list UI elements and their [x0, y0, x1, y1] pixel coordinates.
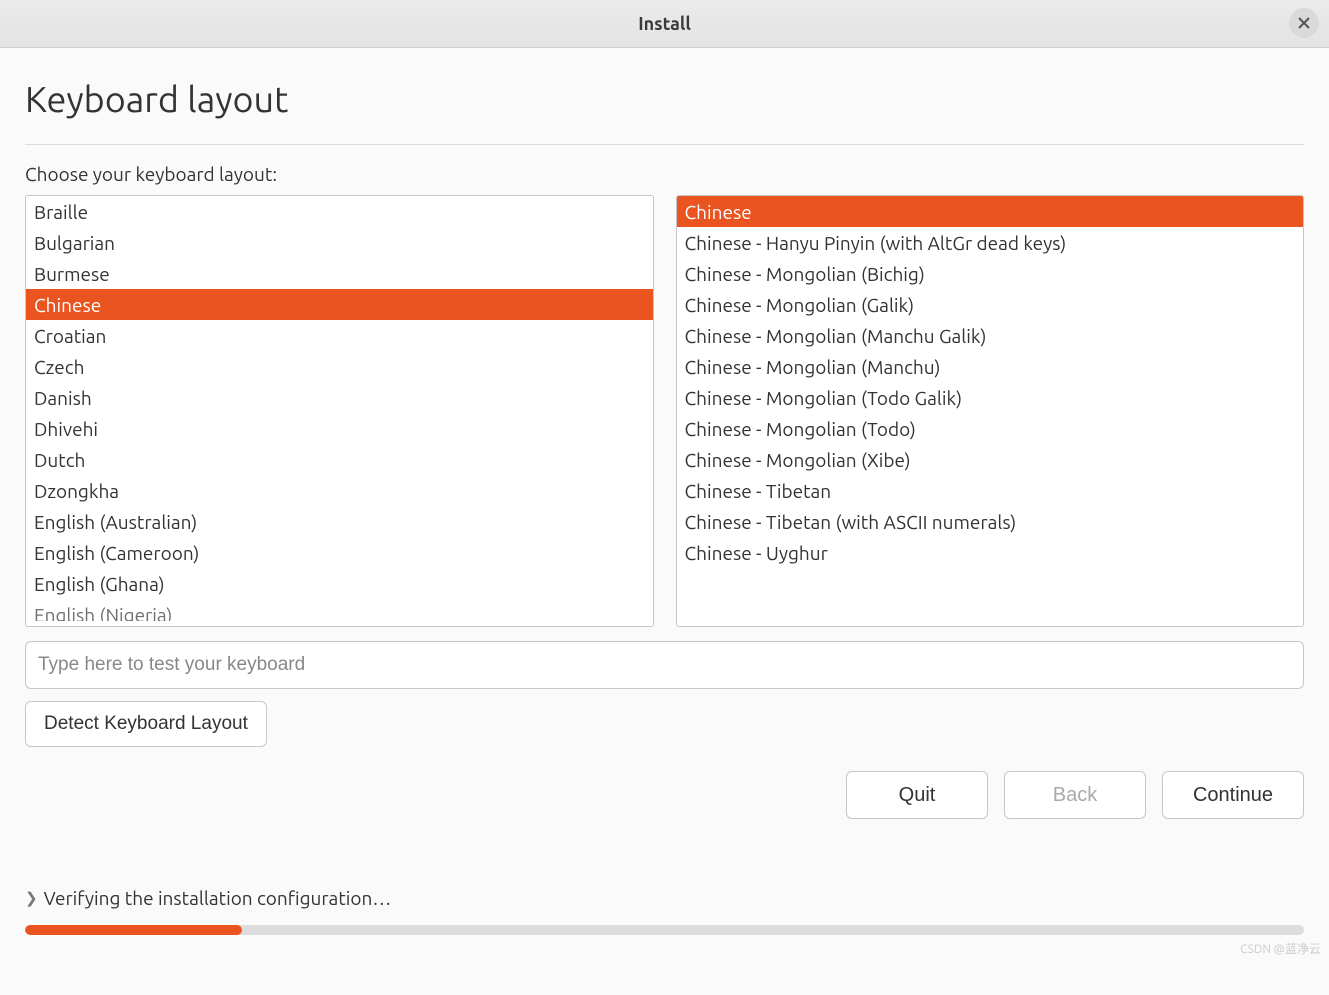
- variant-item[interactable]: Chinese - Mongolian (Xibe): [677, 444, 1304, 475]
- titlebar: Install: [0, 0, 1329, 48]
- layout-lists: BrailleBulgarianBurmeseChineseCroatianCz…: [25, 195, 1304, 627]
- watermark: CSDN @蓝净云: [1240, 940, 1321, 957]
- prompt-label: Choose your keyboard layout:: [25, 163, 1304, 185]
- window-title: Install: [638, 14, 691, 34]
- variant-item[interactable]: Chinese - Mongolian (Manchu Galik): [677, 320, 1304, 351]
- variant-item[interactable]: Chinese - Hanyu Pinyin (with AltGr dead …: [677, 227, 1304, 258]
- variant-item[interactable]: Chinese - Tibetan (with ASCII numerals): [677, 506, 1304, 537]
- layout-item[interactable]: Czech: [26, 351, 653, 382]
- layout-item[interactable]: English (Ghana): [26, 568, 653, 599]
- variant-item[interactable]: Chinese - Mongolian (Galik): [677, 289, 1304, 320]
- continue-button[interactable]: Continue: [1162, 771, 1304, 819]
- variant-listbox[interactable]: ChineseChinese - Hanyu Pinyin (with AltG…: [676, 195, 1305, 627]
- status-text: Verifying the installation configuration…: [44, 887, 392, 909]
- quit-button[interactable]: Quit: [846, 771, 988, 819]
- chevron-right-icon: ❯: [25, 889, 38, 907]
- detect-keyboard-button[interactable]: Detect Keyboard Layout: [25, 701, 267, 747]
- keyboard-test-input[interactable]: [25, 641, 1304, 689]
- page-title: Keyboard layout: [25, 78, 1304, 119]
- layout-item[interactable]: Dzongkha: [26, 475, 653, 506]
- layout-item[interactable]: Chinese: [26, 289, 653, 320]
- layout-item[interactable]: English (Cameroon): [26, 537, 653, 568]
- layout-item[interactable]: Dhivehi: [26, 413, 653, 444]
- layout-item[interactable]: Croatian: [26, 320, 653, 351]
- variant-item[interactable]: Chinese - Mongolian (Todo Galik): [677, 382, 1304, 413]
- layout-item[interactable]: Bulgarian: [26, 227, 653, 258]
- layout-item[interactable]: Burmese: [26, 258, 653, 289]
- progress-fill: [25, 925, 242, 935]
- content-area: Keyboard layout Choose your keyboard lay…: [0, 48, 1329, 829]
- variant-item[interactable]: Chinese - Mongolian (Manchu): [677, 351, 1304, 382]
- layout-item[interactable]: English (Nigeria): [26, 599, 653, 621]
- layout-item[interactable]: English (Australian): [26, 506, 653, 537]
- variant-item[interactable]: Chinese - Tibetan: [677, 475, 1304, 506]
- variant-item[interactable]: Chinese - Mongolian (Bichig): [677, 258, 1304, 289]
- variant-item[interactable]: Chinese: [677, 196, 1304, 227]
- variant-item[interactable]: Chinese - Mongolian (Todo): [677, 413, 1304, 444]
- nav-buttons: Quit Back Continue: [25, 771, 1304, 819]
- layout-item[interactable]: Danish: [26, 382, 653, 413]
- close-button[interactable]: [1289, 8, 1319, 38]
- progress-bar: [25, 925, 1304, 935]
- close-icon: [1298, 17, 1310, 29]
- divider: [25, 144, 1304, 145]
- layout-item[interactable]: Dutch: [26, 444, 653, 475]
- variant-item[interactable]: Chinese - Uyghur: [677, 537, 1304, 568]
- layout-listbox[interactable]: BrailleBulgarianBurmeseChineseCroatianCz…: [25, 195, 654, 627]
- footer: ❯ Verifying the installation configurati…: [25, 887, 1304, 935]
- layout-item[interactable]: Braille: [26, 196, 653, 227]
- status-row[interactable]: ❯ Verifying the installation configurati…: [25, 887, 1304, 909]
- back-button: Back: [1004, 771, 1146, 819]
